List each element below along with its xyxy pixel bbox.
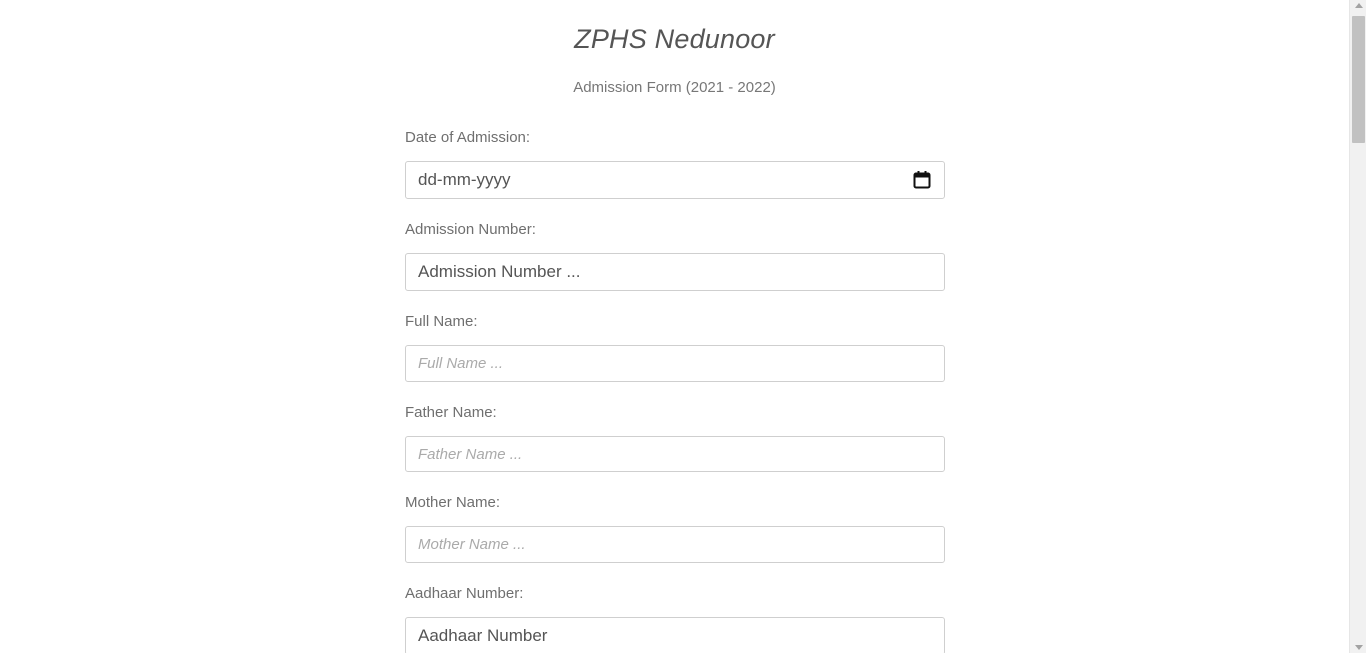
full-name-label: Full Name: [405, 313, 478, 330]
mother-name-placeholder: Mother Name ... [418, 536, 526, 553]
scroll-up-arrow-icon[interactable] [1355, 3, 1363, 8]
scroll-thumb[interactable] [1352, 16, 1365, 143]
date-of-admission-input[interactable]: dd-mm-yyyy [405, 161, 945, 199]
vertical-scrollbar[interactable] [1349, 0, 1366, 653]
date-of-admission-value: dd-mm-yyyy [418, 170, 511, 189]
full-name-placeholder: Full Name ... [418, 355, 504, 372]
aadhaar-number-label: Aadhaar Number: [405, 585, 524, 602]
aadhaar-number-input[interactable]: Aadhaar Number [405, 617, 945, 653]
scroll-down-arrow-icon[interactable] [1355, 645, 1363, 650]
father-name-placeholder: Father Name ... [418, 445, 523, 463]
page: ZPHS Nedunoor Admission Form (2021 - 202… [0, 0, 1366, 653]
father-name-label: Father Name: [405, 404, 497, 421]
father-name-input[interactable]: Father Name ... [405, 436, 945, 472]
admission-number-input[interactable]: Admission Number ... [405, 253, 945, 291]
admission-number-label: Admission Number: [405, 221, 536, 238]
calendar-icon[interactable] [912, 170, 932, 190]
school-title: ZPHS Nedunoor [574, 24, 775, 54]
mother-name-label: Mother Name: [405, 494, 501, 511]
aadhaar-number-placeholder: Aadhaar Number [418, 626, 548, 645]
admission-form-page: ZPHS Nedunoor Admission Form (2021 - 202… [0, 0, 1349, 653]
mother-name-input[interactable]: Mother Name ... [405, 526, 945, 563]
full-name-input[interactable]: Full Name ... [405, 345, 945, 382]
admission-number-placeholder: Admission Number ... [418, 262, 581, 281]
date-of-admission-label: Date of Admission: [405, 129, 531, 146]
form-subtitle: Admission Form (2021 - 2022) [573, 79, 776, 96]
